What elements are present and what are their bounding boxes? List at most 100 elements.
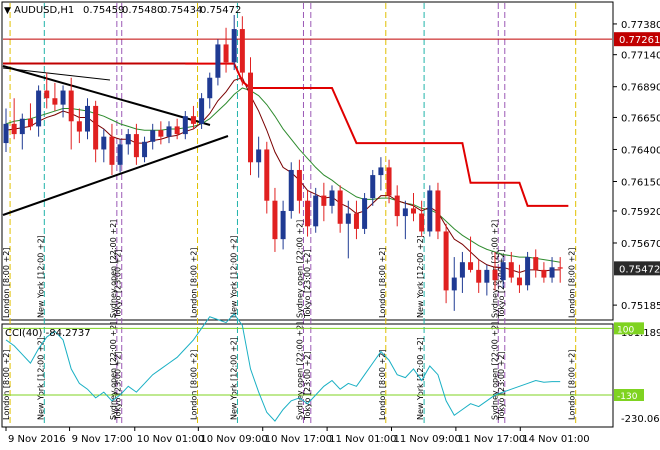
candle-body[interactable] [337, 190, 343, 224]
candle-body[interactable] [313, 195, 319, 227]
candle-body[interactable] [516, 277, 522, 286]
candle-body[interactable] [492, 269, 498, 281]
time-axis-label: 11 Nov 09:00 [393, 434, 460, 445]
candle-body[interactable] [468, 262, 474, 270]
candle-body[interactable] [199, 98, 205, 124]
candle-body[interactable] [207, 77, 213, 99]
candle-body[interactable] [52, 98, 58, 105]
chevron-down-icon[interactable]: ▼ [4, 6, 11, 16]
candle-body[interactable] [443, 231, 449, 291]
cci-level-label: 100 [617, 325, 634, 335]
candle-body[interactable] [411, 208, 416, 214]
candle-body[interactable] [345, 213, 351, 224]
session-label-cci: Tokyo [23:00 +2] [497, 351, 506, 421]
candle-body[interactable] [549, 267, 555, 278]
candle-body[interactable] [533, 257, 539, 270]
candle-body[interactable] [125, 134, 131, 145]
session-label-cci: Tokyo [23:00 +2] [114, 351, 123, 421]
candle-body[interactable] [484, 269, 490, 283]
symbol-timeframe: AUDUSD,H1 [14, 5, 74, 16]
candle-body[interactable] [76, 121, 82, 132]
candle-body[interactable] [27, 118, 33, 127]
candle-body[interactable] [60, 90, 66, 105]
price-axis[interactable]: 0.77380 0.77140 0.76890 0.76650 0.76400 0.761… [613, 20, 660, 312]
candle-body[interactable] [288, 169, 294, 211]
candle-body[interactable] [305, 200, 311, 227]
price-axis-label: 0.76890 [621, 83, 660, 94]
price-axis-label: 0.76150 [621, 177, 660, 188]
time-axis-label: 10 Nov 01:00 [137, 434, 204, 445]
candle-body[interactable] [248, 72, 253, 163]
candle-body[interactable] [166, 126, 172, 137]
price-axis-label: 0.77380 [621, 20, 660, 31]
cci-level-label: -130 [617, 392, 638, 402]
candle-body[interactable] [500, 262, 506, 281]
time-axis-label: 10 Nov 17:00 [265, 434, 332, 445]
candle-body[interactable] [525, 257, 531, 286]
candle-body[interactable] [109, 136, 115, 165]
candle-body[interactable] [451, 277, 457, 291]
candle-body[interactable] [272, 200, 278, 240]
candle-body[interactable] [223, 44, 229, 63]
candle-body[interactable] [427, 190, 433, 232]
time-axis-label: 9 Nov 2016 [8, 434, 66, 445]
candle-body[interactable] [362, 198, 368, 229]
candle-body[interactable] [508, 262, 514, 278]
candle-body[interactable] [435, 190, 441, 232]
candle-body[interactable] [44, 90, 50, 99]
mt4-chart-window[interactable]: London [8:00 +2] London [8:00 +2] New York… [0, 0, 660, 450]
candle-body[interactable] [117, 144, 123, 165]
candle-body[interactable] [386, 167, 392, 196]
candle-body[interactable] [280, 210, 286, 240]
candle-body[interactable] [370, 175, 376, 199]
candle-body[interactable] [329, 190, 335, 206]
price-axis-label: 0.75185 [621, 301, 660, 312]
candle-body[interactable] [150, 130, 156, 142]
session-label-cci: London [8:00 +2] [190, 350, 199, 420]
candle-body[interactable] [11, 123, 17, 135]
candle-body[interactable] [239, 29, 245, 73]
candle-body[interactable] [378, 167, 384, 176]
candle-body[interactable] [256, 149, 262, 163]
price-axis-label: 0.76650 [621, 113, 660, 124]
ohlc-close: 0.75472 [200, 5, 241, 16]
candle-body[interactable] [174, 126, 180, 135]
candle-body[interactable] [158, 130, 164, 137]
candle-body[interactable] [133, 134, 139, 158]
price-axis-label: 0.76400 [621, 145, 660, 156]
candle-body[interactable] [321, 195, 327, 206]
session-label-cci: London [8:00 +2] [568, 350, 577, 420]
session-label: New York [12:00 +2] [416, 235, 425, 318]
session-label: New York [12:00 +2] [229, 235, 238, 318]
price-axis-label: 0.75670 [621, 239, 660, 250]
candle-body[interactable] [182, 116, 188, 135]
candle-body[interactable] [419, 213, 425, 232]
ohlc-high: 0.75480 [122, 5, 163, 16]
candle-body[interactable] [476, 269, 482, 283]
session-label: London [8:00 +2] [378, 248, 387, 318]
candle-body[interactable] [296, 169, 302, 201]
candle-body[interactable] [264, 149, 270, 201]
candle-body[interactable] [231, 29, 237, 63]
candle-body[interactable] [459, 262, 465, 278]
candle-body[interactable] [85, 105, 90, 132]
time-axis-label: 10 Nov 09:00 [200, 434, 267, 445]
candle-body[interactable] [215, 44, 221, 78]
time-axis-label: 9 Nov 17:00 [72, 434, 133, 445]
candle-body[interactable] [101, 136, 107, 150]
candle-body[interactable] [394, 195, 400, 217]
candle-body[interactable] [402, 208, 408, 217]
candle-body[interactable] [3, 123, 9, 144]
candle-body[interactable] [68, 90, 74, 122]
candle-body[interactable] [557, 267, 563, 269]
candle-body[interactable] [541, 269, 547, 278]
candle-body[interactable] [142, 141, 148, 158]
current-price-label: 0.75472 [619, 264, 660, 275]
candle-body[interactable] [190, 116, 196, 124]
candle-body[interactable] [19, 118, 25, 135]
candle-body[interactable] [93, 105, 99, 150]
session-label: London [8:00 +2] [568, 248, 577, 318]
candle-body[interactable] [36, 90, 42, 127]
cci-axis[interactable]: 101.1893-230.0612100-130 [614, 322, 660, 425]
candle-body[interactable] [353, 213, 359, 229]
